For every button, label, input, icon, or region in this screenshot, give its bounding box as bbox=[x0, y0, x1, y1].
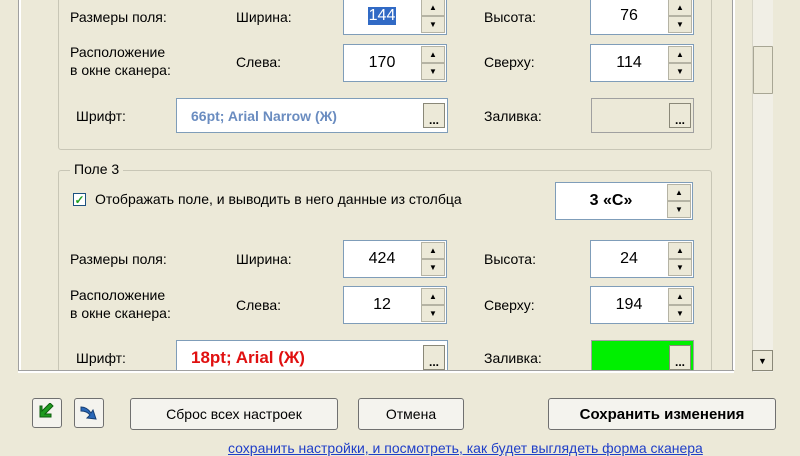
field3-top-up-arrow-icon[interactable]: ▲ bbox=[668, 288, 692, 305]
field3-font-browse-button[interactable]: ... bbox=[423, 345, 445, 370]
column-value[interactable]: 3 «C» bbox=[590, 192, 633, 210]
top-spinner[interactable]: 114 ▲ ▼ bbox=[590, 44, 694, 82]
field3-width-up-arrow-icon[interactable]: ▲ bbox=[421, 242, 445, 259]
field3-height-up-arrow-icon[interactable]: ▲ bbox=[668, 242, 692, 259]
column-up-arrow-icon[interactable]: ▲ bbox=[667, 184, 691, 201]
field3-position-label-line2: в окне сканера: bbox=[70, 305, 171, 321]
size-label: Размеры поля: bbox=[70, 9, 167, 25]
reset-settings-button[interactable]: Сброс всех настроек bbox=[130, 398, 338, 430]
scroll-down-arrow-icon[interactable]: ▼ bbox=[752, 350, 773, 371]
height-spinner[interactable]: 76 ▲ ▼ bbox=[590, 0, 694, 35]
scrollbar-thumb[interactable] bbox=[753, 46, 773, 94]
height-label: Высота: bbox=[484, 9, 536, 25]
save-changes-button[interactable]: Сохранить изменения bbox=[548, 398, 776, 430]
field3-width-down-arrow-icon[interactable]: ▼ bbox=[421, 259, 445, 276]
top-value[interactable]: 114 bbox=[616, 54, 642, 72]
field3-top-spinner[interactable]: 194 ▲ ▼ bbox=[590, 286, 694, 324]
display-field-label: Отображать поле, и выводить в него данны… bbox=[95, 191, 462, 207]
fill-label: Заливка: bbox=[484, 108, 542, 124]
height-value[interactable]: 76 bbox=[620, 7, 638, 25]
left-down-arrow-icon[interactable]: ▼ bbox=[421, 63, 445, 80]
column-spinner[interactable]: 3 «C» ▲ ▼ bbox=[555, 182, 693, 220]
field3-title: Поле 3 bbox=[70, 161, 124, 177]
field3-height-down-arrow-icon[interactable]: ▼ bbox=[668, 259, 692, 276]
field3-height-spinner[interactable]: 24 ▲ ▼ bbox=[590, 240, 694, 278]
position-label-line1: Расположение bbox=[70, 44, 166, 60]
column-down-arrow-icon[interactable]: ▼ bbox=[667, 201, 691, 218]
top-down-arrow-icon[interactable]: ▼ bbox=[668, 63, 692, 80]
width-label: Ширина: bbox=[236, 9, 292, 25]
checkmark-icon: ✓ bbox=[74, 192, 85, 207]
left-spinner[interactable]: 170 ▲ ▼ bbox=[343, 44, 447, 82]
field3-left-up-arrow-icon[interactable]: ▲ bbox=[421, 288, 445, 305]
top-label: Сверху: bbox=[484, 54, 535, 70]
field3-width-label: Ширина: bbox=[236, 251, 292, 267]
field3-fill-label: Заливка: bbox=[484, 350, 542, 366]
width-up-arrow-icon[interactable]: ▲ bbox=[421, 0, 445, 16]
field3-fill-browse-button[interactable]: ... bbox=[669, 345, 691, 370]
height-down-arrow-icon[interactable]: ▼ bbox=[668, 16, 692, 33]
cancel-button[interactable]: Отмена bbox=[358, 398, 464, 430]
field3-left-down-arrow-icon[interactable]: ▼ bbox=[421, 305, 445, 322]
position-label-line2: в окне сканера: bbox=[70, 62, 171, 78]
height-up-arrow-icon[interactable]: ▲ bbox=[668, 0, 692, 16]
panel-frame-right bbox=[732, 0, 735, 370]
import-button[interactable] bbox=[32, 398, 62, 428]
font-field[interactable]: 66pt; Arial Narrow (Ж) ... bbox=[176, 98, 448, 133]
width-down-arrow-icon[interactable]: ▼ bbox=[421, 16, 445, 33]
field3-position-label-line1: Расположение bbox=[70, 287, 166, 303]
display-field-checkbox[interactable]: ✓ bbox=[73, 193, 86, 206]
width-spinner[interactable]: 144 ▲ ▼ bbox=[343, 0, 447, 35]
footer-help-text[interactable]: сохранить настройки, и посмотреть, как б… bbox=[228, 440, 703, 456]
field3-top-down-arrow-icon[interactable]: ▼ bbox=[668, 305, 692, 322]
field3-left-value[interactable]: 12 bbox=[373, 296, 391, 314]
field3-size-label: Размеры поля: bbox=[70, 251, 167, 267]
font-browse-button[interactable]: ... bbox=[423, 103, 445, 128]
green-arrow-icon bbox=[39, 403, 54, 418]
font-label: Шрифт: bbox=[76, 108, 126, 124]
field3-top-value[interactable]: 194 bbox=[616, 296, 643, 314]
field3-width-spinner[interactable]: 424 ▲ ▼ bbox=[343, 240, 447, 278]
panel-frame-bottom bbox=[18, 370, 734, 373]
left-up-arrow-icon[interactable]: ▲ bbox=[421, 46, 445, 63]
panel-frame-left bbox=[18, 0, 21, 370]
field3-top-label: Сверху: bbox=[484, 297, 535, 313]
field3-height-value[interactable]: 24 bbox=[620, 250, 638, 268]
blue-arrow-icon bbox=[80, 406, 97, 420]
export-button[interactable] bbox=[74, 398, 104, 428]
field3-left-spinner[interactable]: 12 ▲ ▼ bbox=[343, 286, 447, 324]
left-value[interactable]: 170 bbox=[369, 54, 396, 72]
width-value[interactable]: 144 bbox=[367, 7, 397, 25]
fill-field[interactable]: ... bbox=[591, 98, 694, 133]
top-up-arrow-icon[interactable]: ▲ bbox=[668, 46, 692, 63]
field3-font-label: Шрифт: bbox=[76, 350, 126, 366]
field3-width-value[interactable]: 424 bbox=[369, 250, 396, 268]
field3-left-label: Слева: bbox=[236, 297, 282, 313]
left-label: Слева: bbox=[236, 54, 282, 70]
fill-browse-button[interactable]: ... bbox=[669, 103, 691, 128]
field3-height-label: Высота: bbox=[484, 251, 536, 267]
font-value: 66pt; Arial Narrow (Ж) bbox=[191, 107, 337, 124]
